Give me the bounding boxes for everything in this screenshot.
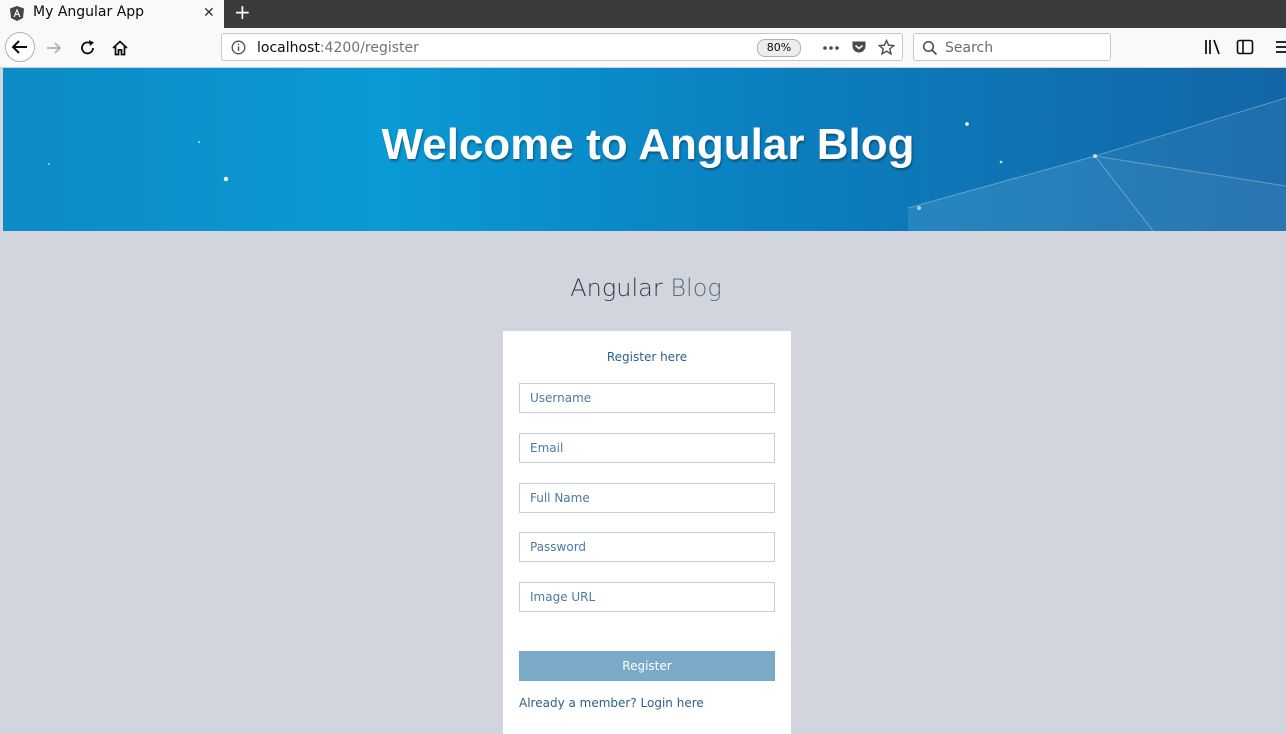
- search-placeholder: Search: [945, 40, 994, 56]
- image-url-field[interactable]: [519, 582, 775, 612]
- browser-tab[interactable]: My Angular App ✕: [0, 0, 224, 28]
- hero-title: Welcome to Angular Blog: [381, 120, 915, 169]
- new-tab-button[interactable]: +: [234, 0, 251, 24]
- page-viewport: Welcome to Angular Blog Angular Blog Reg…: [0, 68, 1286, 734]
- angular-logo-icon: [10, 6, 24, 21]
- brand-light: Blog: [670, 274, 722, 302]
- browser-navbar: localhost:4200/register 80% Search: [0, 28, 1286, 68]
- info-icon[interactable]: [231, 40, 246, 55]
- brand-strong: Angular: [570, 274, 663, 302]
- login-link[interactable]: Already a member? Login here: [519, 696, 704, 710]
- url-text[interactable]: localhost:4200/register: [257, 40, 419, 56]
- browser-tabstrip: My Angular App ✕ +: [0, 0, 1286, 28]
- brand-title: Angular Blog: [0, 274, 1286, 302]
- zoom-indicator[interactable]: 80%: [757, 39, 801, 57]
- tab-close-icon[interactable]: ✕: [203, 5, 215, 21]
- url-bar[interactable]: localhost:4200/register 80%: [221, 33, 903, 61]
- tab-title: My Angular App: [33, 4, 145, 20]
- register-card: Register here Register Already a member?…: [503, 331, 791, 734]
- page-actions-icon[interactable]: [822, 41, 840, 55]
- bookmark-star-icon[interactable]: [878, 39, 895, 56]
- url-host: localhost: [257, 40, 320, 56]
- library-icon[interactable]: [1204, 38, 1222, 56]
- hero-banner: Welcome to Angular Blog: [3, 68, 1286, 231]
- search-icon: [922, 40, 938, 56]
- sidebar-icon[interactable]: [1236, 38, 1254, 56]
- username-field[interactable]: [519, 383, 775, 413]
- arrow-left-icon: [11, 40, 27, 54]
- home-button[interactable]: [110, 38, 130, 58]
- search-bar[interactable]: Search: [913, 33, 1111, 61]
- menu-icon[interactable]: [1274, 38, 1286, 56]
- pocket-icon[interactable]: [851, 40, 867, 55]
- register-heading: Register here: [606, 350, 688, 364]
- register-button[interactable]: Register: [519, 651, 775, 681]
- full-name-field[interactable]: [519, 483, 775, 513]
- back-button[interactable]: [5, 32, 35, 62]
- email-field[interactable]: [519, 433, 775, 463]
- password-field[interactable]: [519, 532, 775, 562]
- forward-button[interactable]: [44, 38, 64, 58]
- reload-button[interactable]: [78, 38, 98, 58]
- url-path: :4200/register: [319, 40, 419, 56]
